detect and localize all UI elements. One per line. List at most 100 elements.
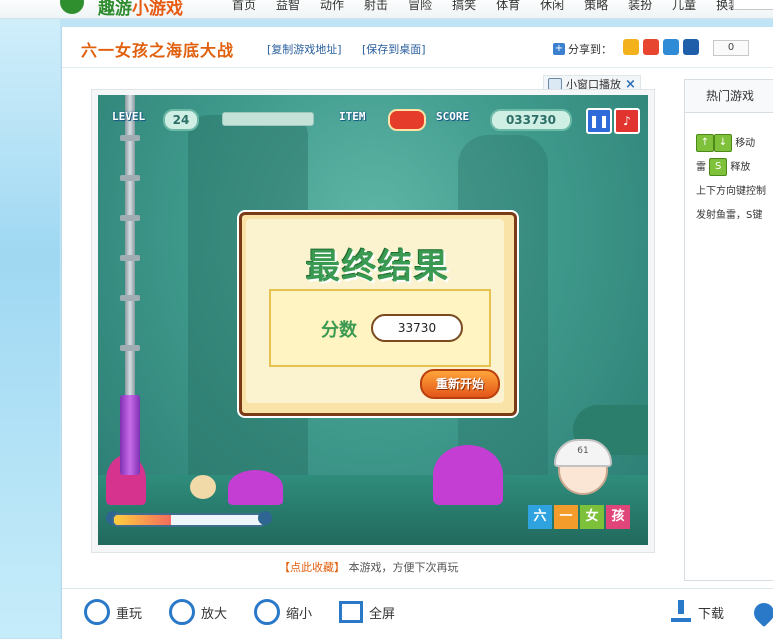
- copy-link-button[interactable]: [复制游戏地址]: [267, 41, 342, 57]
- level-value: 24: [163, 109, 199, 131]
- site-logo-text[interactable]: 趣游小游戏: [98, 0, 183, 18]
- heart-icon[interactable]: [749, 598, 773, 628]
- help-line: 发射鱼雷，S键: [696, 210, 763, 221]
- nav-item[interactable]: 益智: [276, 0, 300, 13]
- zoom-out-icon: [254, 599, 280, 625]
- pole-joint: [120, 345, 140, 351]
- download-label: 下载: [698, 606, 725, 622]
- shot-progress-fill: [114, 515, 171, 525]
- zoom-in-button[interactable]: 放大: [169, 597, 227, 627]
- level-progress-bar: [222, 112, 314, 126]
- qzone-share-icon[interactable]: [663, 39, 679, 55]
- nav-item[interactable]: 装扮: [628, 0, 652, 13]
- game-frame: LEVEL 24 ITEM SCORE 033730 ❚❚ ♪ 最终结果 分数 …: [91, 89, 655, 553]
- badge-tile: 一: [554, 505, 578, 529]
- fullscreen-label: 全屏: [369, 606, 396, 622]
- pole-joint: [120, 295, 140, 301]
- zoom-out-button[interactable]: 缩小: [254, 597, 312, 627]
- download-icon: [670, 600, 692, 624]
- arrow-down-key-icon: ↓: [714, 134, 732, 152]
- star-share-icon[interactable]: [623, 39, 639, 55]
- replay-icon: [84, 599, 110, 625]
- arrow-up-key-icon: ↑: [696, 134, 714, 152]
- zoom-in-icon: [169, 599, 195, 625]
- help-line: ↑ ↓ 移动: [696, 132, 773, 156]
- sidebar: 热门游戏 ↑ ↓ 移动 雷 S 释放 上下方向键控制 发射鱼雷，S键: [684, 79, 773, 581]
- result-dialog: 最终结果 分数 33730 重新开始: [239, 212, 517, 416]
- search-input[interactable]: [733, 0, 773, 10]
- help-text: 移动: [735, 138, 756, 149]
- shot-progress-bar: [112, 513, 266, 527]
- result-score-box: 分数 33730: [269, 289, 491, 367]
- nav-item[interactable]: 儿童: [672, 0, 696, 13]
- top-navigation: 趣游小游戏 首页 益智 动作 射击 冒险 搞笑 体育 休闲 策略 装扮 儿童 换…: [0, 0, 773, 19]
- nav-item[interactable]: 体育: [496, 0, 520, 13]
- girl-cap: 61: [554, 439, 612, 467]
- controls-help: ↑ ↓ 移动 雷 S 释放 上下方向键控制 发射鱼雷，S键: [696, 132, 773, 228]
- page-background: [0, 0, 60, 638]
- badge-tile: 女: [580, 505, 604, 529]
- score-value: 033730: [490, 109, 572, 131]
- save-desktop-button[interactable]: [保存到桌面]: [362, 41, 426, 57]
- result-score-label: 分数: [321, 320, 357, 341]
- nav-item[interactable]: 休闲: [540, 0, 564, 13]
- fullscreen-icon: [339, 601, 363, 623]
- badge-tile: 孩: [606, 505, 630, 529]
- nav-item[interactable]: 动作: [320, 0, 344, 13]
- pole-launcher: [120, 395, 140, 475]
- girl-badge: 61 六 一 女 孩: [528, 439, 638, 540]
- score-label: SCORE: [436, 110, 470, 123]
- people-share-icon[interactable]: [683, 39, 699, 55]
- bookmark-caption: 【点此收藏】 本游戏，方便下次再玩: [279, 559, 459, 575]
- nav-item[interactable]: 搞笑: [452, 0, 476, 13]
- nav-item[interactable]: 首页: [232, 0, 256, 13]
- nav-item[interactable]: 射击: [364, 0, 388, 13]
- download-button[interactable]: 下载: [670, 597, 724, 627]
- share-icons: [623, 39, 699, 55]
- starfish: [190, 475, 216, 499]
- s-key-icon: S: [709, 158, 728, 176]
- replay-label: 重玩: [116, 606, 143, 622]
- coral: [433, 445, 503, 505]
- progress-end-cap: [258, 511, 272, 525]
- restart-button[interactable]: 重新开始: [420, 369, 500, 399]
- help-text: 雷: [696, 162, 706, 173]
- nav-item[interactable]: 策略: [584, 0, 608, 13]
- coral: [228, 470, 283, 505]
- result-dialog-inner: 最终结果 分数 33730 重新开始: [246, 219, 504, 403]
- zoom-in-label: 放大: [201, 606, 228, 622]
- mute-button[interactable]: ♪: [614, 108, 640, 134]
- tab-hot-games[interactable]: 热门游戏: [685, 80, 773, 113]
- plus-icon: +: [553, 43, 565, 55]
- result-score-value: 33730: [371, 314, 463, 342]
- bookmark-text: 本游戏，方便下次再玩: [348, 561, 459, 574]
- nav-item[interactable]: 冒险: [408, 0, 432, 13]
- pole-joint: [120, 215, 140, 221]
- result-title: 最终结果: [306, 247, 450, 287]
- girl-number: 61: [577, 446, 589, 456]
- renren-share-icon[interactable]: [643, 39, 659, 55]
- game-canvas[interactable]: LEVEL 24 ITEM SCORE 033730 ❚❚ ♪ 最终结果 分数 …: [98, 95, 648, 545]
- torpedo-item-icon: [388, 109, 426, 131]
- site-logo-icon[interactable]: [60, 0, 84, 14]
- zoom-out-label: 缩小: [286, 606, 313, 622]
- nav-items: 首页 益智 动作 射击 冒险 搞笑 体育 休闲 策略 装扮 儿童 换装: [232, 0, 740, 13]
- help-line: 雷 S 释放: [696, 156, 773, 180]
- badge-tile: 六: [528, 505, 552, 529]
- share-text: 分享到：: [568, 43, 612, 56]
- fullscreen-button[interactable]: 全屏: [339, 597, 395, 627]
- level-label: LEVEL: [112, 110, 146, 123]
- item-label: ITEM: [339, 110, 366, 123]
- pause-button[interactable]: ❚❚: [586, 108, 612, 134]
- help-text: 释放: [730, 162, 751, 173]
- game-panel: 六一女孩之海底大战 [复制游戏地址] [保存到桌面] + 分享到： 0 小窗口播…: [61, 27, 773, 639]
- help-line: 上下方向键控制: [696, 186, 766, 197]
- pole-joint: [120, 175, 140, 181]
- share-count: 0: [713, 40, 749, 56]
- game-header: 六一女孩之海底大战 [复制游戏地址] [保存到桌面] + 分享到： 0: [62, 27, 773, 68]
- replay-button[interactable]: 重玩: [84, 597, 142, 627]
- pole-joint: [120, 135, 140, 141]
- bottom-toolbar: 重玩 放大 缩小 全屏 下载: [62, 588, 773, 639]
- pole-joint: [120, 255, 140, 261]
- bookmark-link[interactable]: 【点此收藏】: [279, 561, 345, 574]
